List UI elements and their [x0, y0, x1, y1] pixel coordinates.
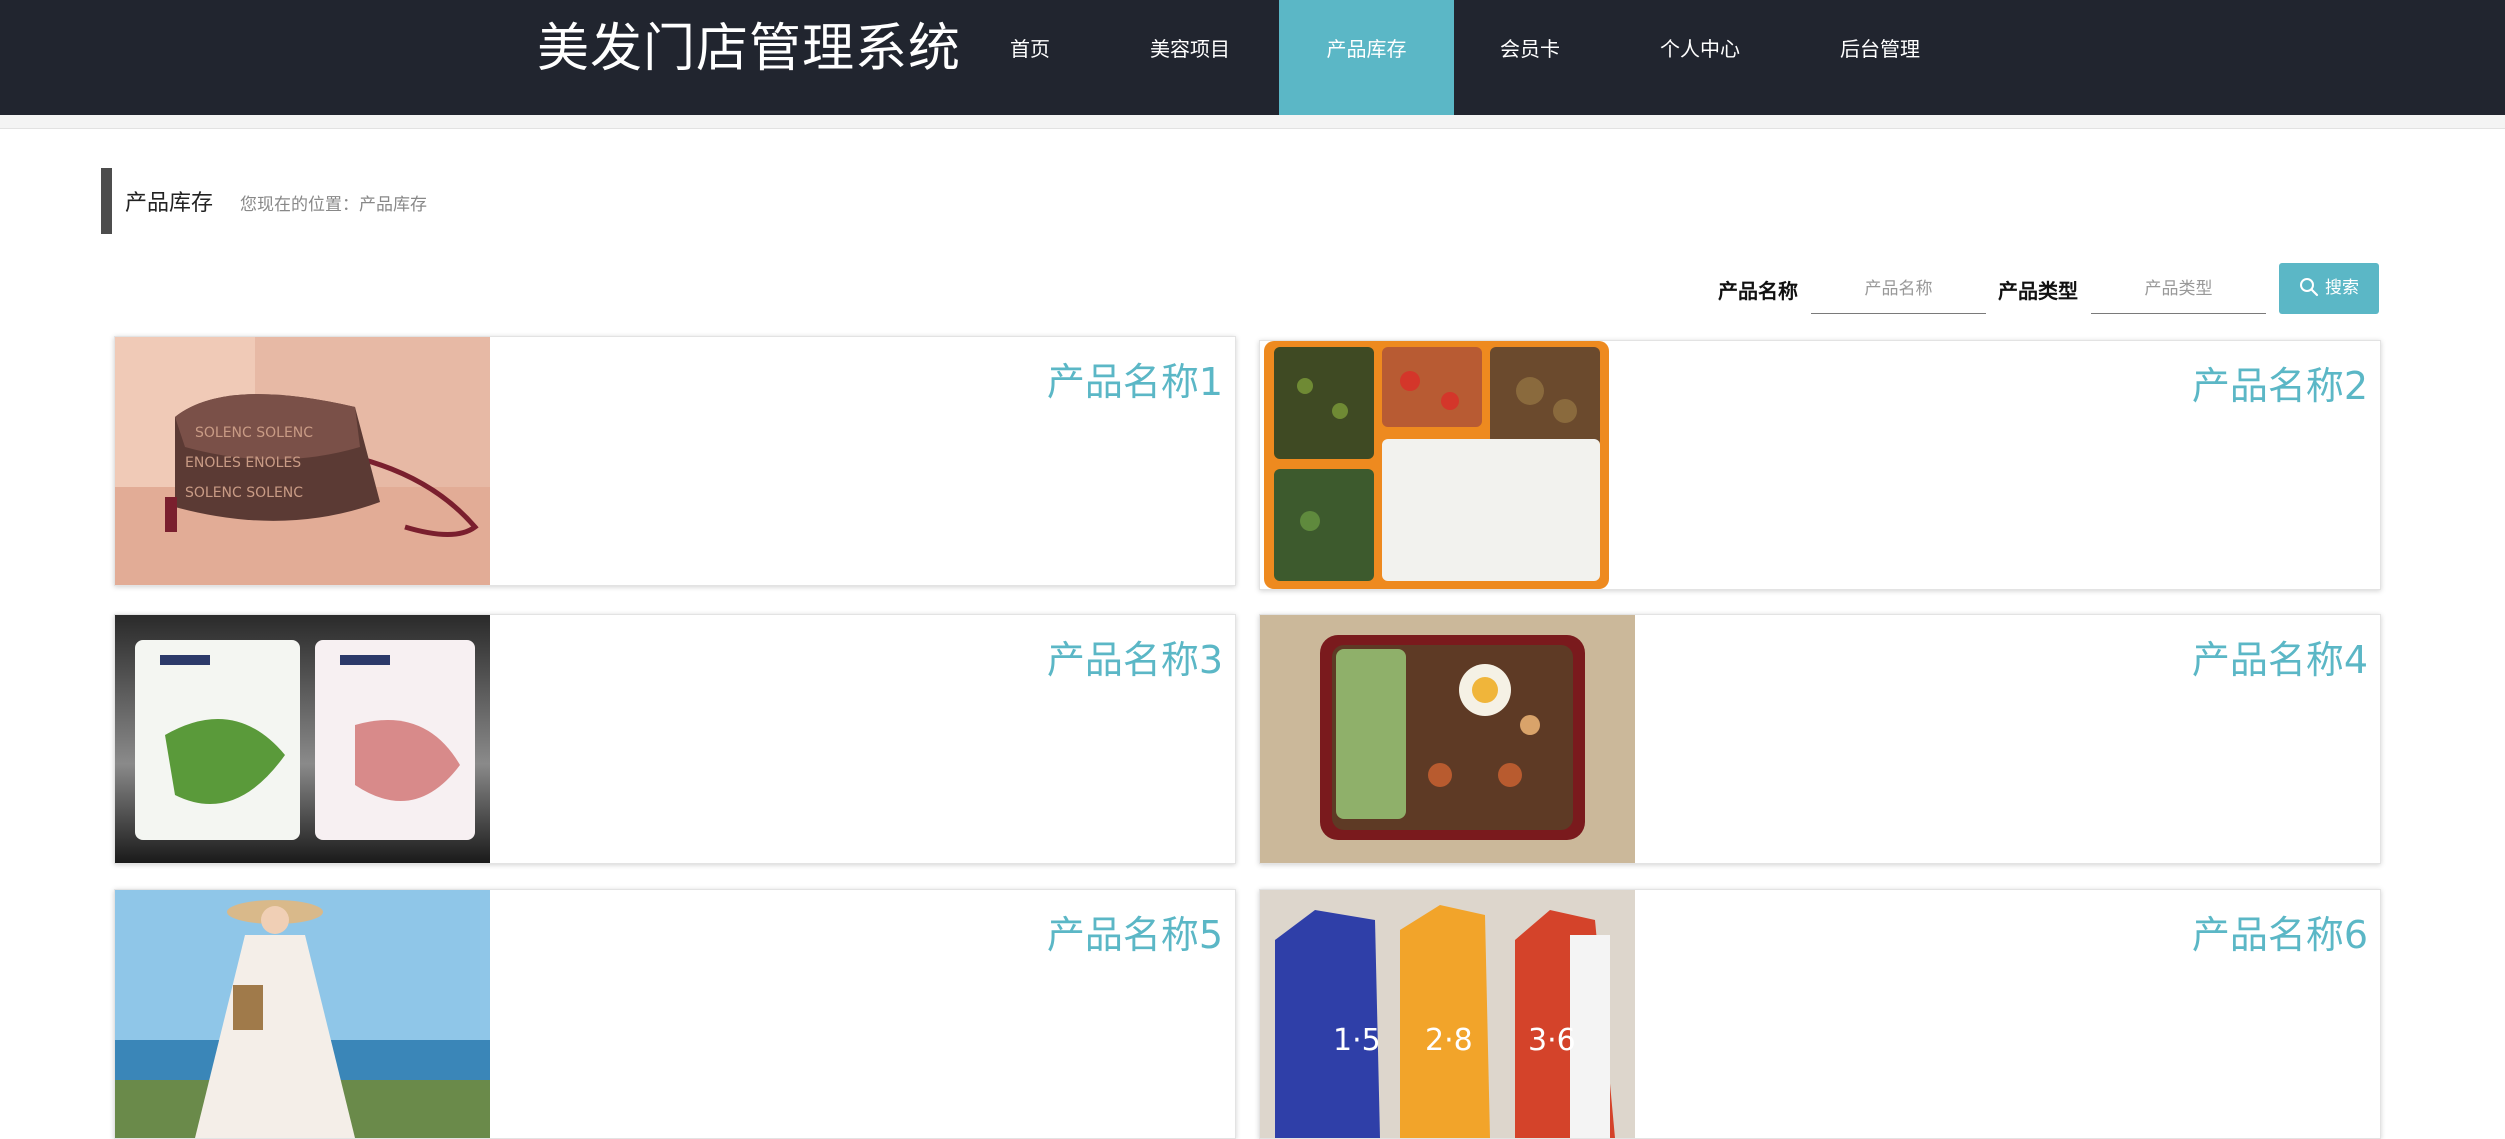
nav-beauty-projects[interactable]: 美容项目 — [1105, 0, 1275, 115]
product-image-handbag[interactable]: SOLENC SOLENC ENOLES ENOLES SOLENC SOLEN… — [115, 337, 490, 585]
product-name[interactable]: 产品名称3 — [1047, 629, 1223, 684]
svg-text:SOLENC SOLENC: SOLENC SOLENC — [185, 485, 303, 501]
product-name[interactable]: 产品名称6 — [2192, 904, 2368, 959]
nav-membership-card[interactable]: 会员卡 — [1470, 0, 1590, 115]
product-image-dress[interactable] — [115, 890, 490, 1138]
product-image-rice-box[interactable] — [1260, 615, 1635, 863]
product-card[interactable]: 产品名称2 — [1259, 340, 2381, 590]
nav-home[interactable]: 首页 — [975, 0, 1085, 115]
nav-personal-center[interactable]: 个人中心 — [1620, 0, 1780, 115]
product-type-input[interactable] — [2091, 265, 2266, 314]
svg-text:SOLENC SOLENC: SOLENC SOLENC — [195, 425, 313, 441]
breadcrumb: 您现在的位置：产品库存 — [240, 195, 427, 215]
top-header: 美发门店管理系统 首页 美容项目 产品库存 会员卡 个人中心 后台管理 — [0, 0, 2505, 115]
product-card[interactable]: SOLENC SOLENC ENOLES ENOLES SOLENC SOLEN… — [114, 336, 1236, 586]
product-image-milk-cartons[interactable]: 1·5 2·8 3·6 — [1260, 890, 1635, 1138]
product-card[interactable]: 产品名称4 — [1259, 614, 2381, 864]
product-name[interactable]: 产品名称4 — [2192, 629, 2368, 684]
product-image-bento[interactable] — [1260, 341, 1635, 589]
product-card[interactable]: 产品名称5 — [114, 889, 1236, 1139]
page-title: 产品库存 — [125, 191, 214, 216]
nav-admin[interactable]: 后台管理 — [1800, 0, 1960, 115]
nav-product-inventory[interactable]: 产品库存 — [1279, 0, 1454, 115]
svg-text:ENOLES ENOLES: ENOLES ENOLES — [185, 455, 301, 471]
breadcrumb-accent-bar — [101, 168, 112, 234]
product-name[interactable]: 产品名称1 — [1047, 351, 1223, 406]
svg-text:1·5: 1·5 — [1333, 1023, 1381, 1058]
site-title: 美发门店管理系统 — [537, 19, 962, 79]
product-card[interactable]: 1·5 2·8 3·6 产品名称6 — [1259, 889, 2381, 1139]
svg-text:3·6: 3·6 — [1528, 1023, 1576, 1058]
product-name[interactable]: 产品名称2 — [2192, 355, 2368, 410]
product-image-face-masks[interactable] — [115, 615, 490, 863]
product-name-label: 产品名称 — [1718, 279, 1798, 303]
search-icon — [2300, 277, 2319, 296]
header-divider — [0, 115, 2505, 129]
svg-text:2·8: 2·8 — [1425, 1023, 1473, 1058]
product-type-label: 产品类型 — [1998, 279, 2078, 303]
search-button[interactable]: 搜索 — [2279, 263, 2379, 314]
product-name-input[interactable] — [1811, 265, 1986, 314]
product-card[interactable]: 产品名称3 — [114, 614, 1236, 864]
product-name[interactable]: 产品名称5 — [1047, 904, 1223, 959]
search-button-label: 搜索 — [2325, 278, 2359, 298]
